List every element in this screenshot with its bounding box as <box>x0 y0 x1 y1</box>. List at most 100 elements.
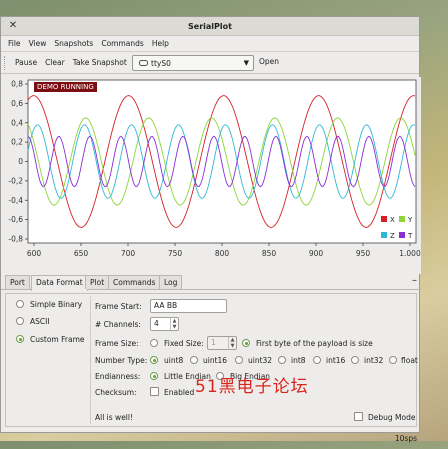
int16-radio[interactable] <box>313 356 321 364</box>
menu-view[interactable]: View <box>27 39 53 48</box>
int16-label: int16 <box>326 356 346 365</box>
spin-arrows-icon: ▲ ▼ <box>228 337 236 349</box>
x-tick-label: 1.000 <box>399 249 421 258</box>
int8-label: int8 <box>291 356 306 365</box>
frame-size-label: Frame Size: <box>95 339 139 348</box>
simple-binary-label: Simple Binary <box>30 300 83 309</box>
y-tick-label: -0,2 <box>8 176 23 185</box>
data-format-panel: Simple Binary ASCII Custom Frame Frame S… <box>5 293 418 427</box>
y-tick-label: 0,6 <box>11 99 23 108</box>
y-tick-label: -0,8 <box>8 235 23 244</box>
plot-area[interactable]: 0,8 0,6 0,4 0,2 0 -0,2 -0,4 -0,6 -0,8 600 650 700 7… <box>1 77 421 274</box>
menu-snapshots[interactable]: Snapshots <box>52 39 99 48</box>
uint16-radio[interactable] <box>190 356 198 364</box>
port-select[interactable]: ttyS0 ▼ <box>132 55 254 71</box>
x-tick-label: 900 <box>309 249 324 258</box>
channels-value: 4 <box>154 319 159 328</box>
tab-commands[interactable]: Commands <box>108 275 161 289</box>
pause-button[interactable]: Pause <box>11 58 41 67</box>
frame-start-input[interactable]: AA BB <box>150 299 227 313</box>
port-select-value: ttyS0 <box>151 58 171 68</box>
tab-plot[interactable]: Plot <box>85 275 110 289</box>
legend-swatch-y <box>399 216 405 222</box>
watermark-text: 51黑电子论坛 <box>195 377 309 397</box>
channels-label: # Channels: <box>95 320 141 329</box>
legend-label-y: Y <box>407 216 413 224</box>
debug-mode-label: Debug Mode <box>368 413 416 422</box>
x-tick-label: 800 <box>215 249 230 258</box>
fixed-size-radio[interactable] <box>150 339 158 347</box>
serial-port-icon <box>139 60 148 66</box>
y-tick-label: 0,2 <box>11 138 23 147</box>
menu-bar: File View Snapshots Commands Help <box>1 36 419 52</box>
status-message: All is well! <box>95 413 133 422</box>
fixed-size-value: 1 <box>211 338 216 347</box>
spin-arrows-icon[interactable]: ▲ ▼ <box>170 318 178 330</box>
y-tick-label: 0,8 <box>11 80 23 89</box>
checksum-checkbox[interactable] <box>150 387 159 396</box>
first-byte-size-radio[interactable] <box>242 339 250 347</box>
float-label: float <box>401 356 418 365</box>
menu-commands[interactable]: Commands <box>99 39 149 48</box>
x-tick-label: 700 <box>121 249 136 258</box>
debug-mode-checkbox[interactable] <box>354 412 363 421</box>
channels-spinbox[interactable]: 4 ▲ ▼ <box>150 317 179 331</box>
uint8-label: uint8 <box>164 356 184 365</box>
int32-label: int32 <box>364 356 384 365</box>
title-bar: ✕ SerialPlot <box>1 17 419 36</box>
frame-start-label: Frame Start: <box>95 302 142 311</box>
open-button[interactable]: Open <box>259 57 279 66</box>
panel-divider <box>90 296 91 424</box>
clear-button[interactable]: Clear <box>41 58 69 67</box>
menu-help[interactable]: Help <box>150 39 175 48</box>
status-bar: 10sps <box>1 429 421 449</box>
legend-label-z: Z <box>390 232 395 240</box>
custom-frame-label: Custom Frame <box>30 335 85 344</box>
uint32-radio[interactable] <box>235 356 243 364</box>
minimize-panel-icon[interactable]: – <box>412 275 417 286</box>
y-tick-label: -0,6 <box>8 215 23 224</box>
settings-tabs: Port Data Format Plot Commands Log – <box>1 274 421 291</box>
legend-swatch-t <box>399 232 405 238</box>
int8-radio[interactable] <box>278 356 286 364</box>
tab-port[interactable]: Port <box>5 275 30 289</box>
custom-frame-radio[interactable] <box>16 335 24 343</box>
x-tick-label: 750 <box>168 249 183 258</box>
legend-label-x: X <box>390 216 395 224</box>
fixed-size-spinbox: 1 ▲ ▼ <box>207 336 237 350</box>
toolbar-handle <box>4 55 8 70</box>
close-icon[interactable]: ✕ <box>7 20 19 31</box>
demo-running-badge: DEMO RUNNING <box>34 82 97 92</box>
sample-rate: 10sps <box>394 434 417 443</box>
little-endian-radio[interactable] <box>150 372 158 380</box>
first-byte-size-label: First byte of the payload is size <box>256 339 373 348</box>
window-title: SerialPlot <box>188 21 232 31</box>
take-snapshot-button[interactable]: Take Snapshot <box>69 58 131 67</box>
uint32-label: uint32 <box>248 356 273 365</box>
tab-data-format[interactable]: Data Format <box>31 275 88 291</box>
float-radio[interactable] <box>389 356 397 364</box>
x-tick-label: 650 <box>74 249 89 258</box>
fixed-size-label: Fixed Size: <box>164 339 204 348</box>
uint8-radio[interactable] <box>150 356 158 364</box>
x-tick-label: 850 <box>262 249 277 258</box>
uint16-label: uint16 <box>203 356 228 365</box>
checksum-enabled-label: Enabled <box>164 388 195 397</box>
tab-log[interactable]: Log <box>159 275 183 289</box>
legend-label-t: T <box>407 232 413 240</box>
y-tick-label: 0,4 <box>11 118 23 127</box>
ascii-radio[interactable] <box>16 317 24 325</box>
simple-binary-radio[interactable] <box>16 300 24 308</box>
endianness-label: Endianness: <box>95 372 141 381</box>
number-type-label: Number Type: <box>95 356 148 365</box>
x-tick-label: 950 <box>356 249 371 258</box>
checksum-label: Checksum: <box>95 388 137 397</box>
legend-swatch-z <box>381 232 387 238</box>
plot-canvas: 0,8 0,6 0,4 0,2 0 -0,2 -0,4 -0,6 -0,8 600 650 700 7… <box>8 80 421 259</box>
menu-file[interactable]: File <box>6 39 27 48</box>
x-tick-label: 600 <box>27 249 42 258</box>
serialplot-window: ✕ SerialPlot File View Snapshots Command… <box>0 16 421 443</box>
y-tick-label: -0,4 <box>8 196 23 205</box>
legend-swatch-x <box>381 216 387 222</box>
int32-radio[interactable] <box>351 356 359 364</box>
